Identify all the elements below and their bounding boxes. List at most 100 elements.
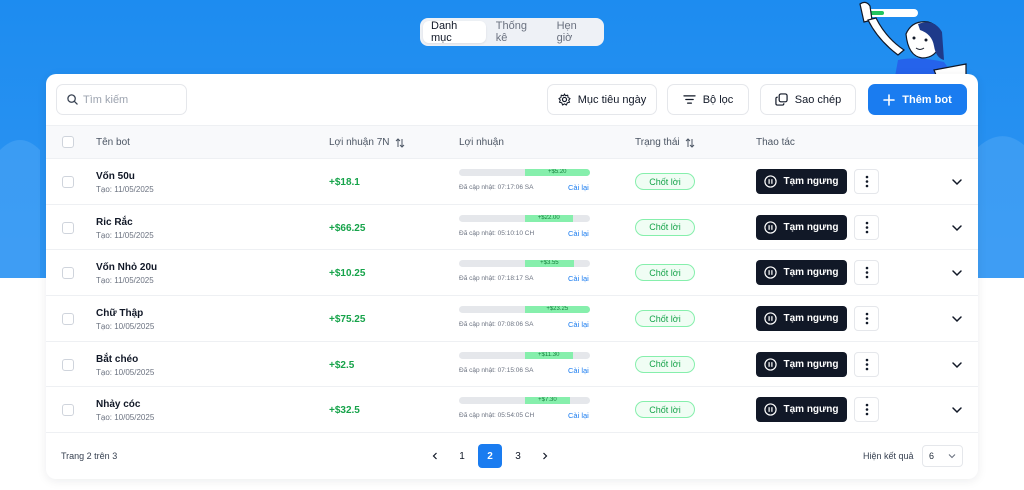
daily-target-label: Mục tiêu ngày xyxy=(577,93,647,106)
bot-name[interactable]: Vốn Nhỏ 20u xyxy=(96,262,157,273)
expand-row-button[interactable] xyxy=(951,175,963,193)
last-updated: Đã cập nhật: 07:15:06 SA xyxy=(459,366,534,374)
chevron-down-icon xyxy=(952,316,962,323)
chevron-down-icon xyxy=(952,224,962,231)
last-updated: Đã cập nhật: 07:18:17 SA xyxy=(459,275,534,283)
profit-progress-fill: +$22.00 xyxy=(524,214,573,222)
expand-row-button[interactable] xyxy=(951,312,963,330)
chevron-left-icon xyxy=(432,452,437,460)
copy-button[interactable]: Sao chép xyxy=(760,84,856,115)
profit-progress-bar: +$23.25 xyxy=(459,306,590,314)
bot-name[interactable]: Chữ Thập xyxy=(96,308,143,319)
row-checkbox[interactable] xyxy=(62,267,74,280)
page-1-button[interactable]: 1 xyxy=(450,444,474,468)
more-options-button[interactable] xyxy=(854,397,879,423)
filter-button[interactable]: Bộ lọc xyxy=(667,84,749,115)
table-row: Chữ Thập Tạo: 10/05/2025 +$75.25 +$23.25… xyxy=(46,296,978,342)
mascot-illustration xyxy=(859,1,967,82)
prev-page-button[interactable] xyxy=(423,444,447,468)
pause-icon xyxy=(764,221,778,234)
row-checkbox[interactable] xyxy=(62,313,74,326)
tab-portfolio[interactable]: Danh mục xyxy=(423,20,486,44)
chevron-down-icon xyxy=(952,407,962,414)
pause-label: Tạm ngưng xyxy=(783,404,839,416)
filter-label: Bộ lọc xyxy=(702,93,734,106)
profit-progress-fill: +$5.20 xyxy=(524,169,590,176)
search-box[interactable] xyxy=(56,84,187,115)
profit-progress-bar: +$22.00 xyxy=(459,214,590,222)
pause-button[interactable]: Tạm ngưng xyxy=(756,214,847,240)
column-name: Tên bot xyxy=(96,137,130,148)
expand-row-button[interactable] xyxy=(951,403,963,421)
table-row: Vốn 50u Tạo: 11/05/2025 +$18.1 +$5.20 Đã… xyxy=(46,159,978,205)
profit-progress-bar: +$3.55 xyxy=(459,260,590,268)
row-checkbox[interactable] xyxy=(62,358,74,371)
status-badge: Chốt lời xyxy=(635,218,695,236)
chevron-down-icon xyxy=(952,179,962,186)
last-updated: Đã cập nhật: 05:10:10 CH xyxy=(459,229,535,237)
reset-link[interactable]: Cài lại xyxy=(568,183,589,192)
pause-icon xyxy=(764,403,778,417)
more-options-button[interactable] xyxy=(854,306,879,332)
pause-button[interactable]: Tạm ngưng xyxy=(756,351,847,377)
page-2-button[interactable]: 2 xyxy=(478,444,502,468)
bot-name[interactable]: Vốn 50u xyxy=(96,171,135,182)
kebab-menu-icon xyxy=(865,175,868,188)
reset-link[interactable]: Cài lại xyxy=(568,411,589,420)
pause-icon xyxy=(764,358,778,371)
profit-progress-bar: +$11.30 xyxy=(459,351,590,359)
more-options-button[interactable] xyxy=(854,214,879,240)
bot-name[interactable]: Nhảy cóc xyxy=(96,399,140,410)
add-bot-button[interactable]: Thêm bot xyxy=(868,84,967,115)
search-input[interactable] xyxy=(83,93,178,106)
add-bot-label: Thêm bot xyxy=(902,93,952,106)
tab-statistics[interactable]: Thống kê xyxy=(488,20,547,44)
select-all-checkbox[interactable] xyxy=(62,136,74,148)
gear-icon xyxy=(558,93,571,106)
kebab-menu-icon xyxy=(865,267,868,279)
pause-label: Tạm ngưng xyxy=(783,221,839,233)
bot-name[interactable]: Bắt chéo xyxy=(96,354,138,365)
reset-link[interactable]: Cài lại xyxy=(568,366,589,375)
profit-progress-bar: +$7.30 xyxy=(459,397,590,405)
expand-row-button[interactable] xyxy=(951,221,963,239)
table-header: Tên bot Lợi nhuận 7N Lợi nhuận Trạng thá… xyxy=(46,125,978,159)
status-badge: Chốt lời xyxy=(635,264,695,282)
per-page-value: 6 xyxy=(929,451,935,461)
expand-row-button[interactable] xyxy=(951,358,963,376)
kebab-menu-icon xyxy=(865,221,868,233)
daily-target-button[interactable]: Mục tiêu ngày xyxy=(547,84,657,115)
column-profit7[interactable]: Lợi nhuận 7N xyxy=(329,137,405,148)
reset-link[interactable]: Cài lại xyxy=(568,320,589,329)
more-options-button[interactable] xyxy=(854,169,879,194)
page-3-button[interactable]: 3 xyxy=(506,444,530,468)
row-checkbox[interactable] xyxy=(62,176,74,188)
profit-7-days: +$32.5 xyxy=(329,405,360,417)
pause-button[interactable]: Tạm ngưng xyxy=(756,397,847,423)
reset-link[interactable]: Cài lại xyxy=(568,274,589,283)
more-options-button[interactable] xyxy=(854,351,879,377)
sort-icon xyxy=(395,137,404,148)
expand-row-button[interactable] xyxy=(951,266,963,284)
last-updated: Đã cập nhật: 07:08:06 SA xyxy=(459,321,534,329)
pause-button[interactable]: Tạm ngưng xyxy=(756,306,847,332)
row-checkbox[interactable] xyxy=(62,404,74,417)
pause-button[interactable]: Tạm ngưng xyxy=(756,169,847,194)
more-options-button[interactable] xyxy=(854,260,879,286)
column-status[interactable]: Trạng thái xyxy=(635,137,695,148)
page-info: Trang 2 trên 3 xyxy=(61,451,118,461)
pause-button[interactable]: Tạm ngưng xyxy=(756,260,847,286)
main-nav-tabs: Danh mục Thống kê Hẹn giờ xyxy=(420,18,604,46)
tab-schedule[interactable]: Hẹn giờ xyxy=(549,20,601,44)
table-row: Vốn Nhỏ 20u Tạo: 11/05/2025 +$10.25 +$3.… xyxy=(46,250,978,297)
profit-7-days: +$75.25 xyxy=(329,314,366,326)
row-checkbox[interactable] xyxy=(62,221,74,234)
bot-name[interactable]: Ric Rắc xyxy=(96,217,133,228)
chevron-down-icon xyxy=(948,454,956,459)
kebab-menu-icon xyxy=(865,404,868,416)
reset-link[interactable]: Cài lại xyxy=(568,229,589,238)
per-page-select[interactable]: 6 xyxy=(922,445,963,467)
plus-icon xyxy=(883,93,896,106)
next-page-button[interactable] xyxy=(533,444,557,468)
toolbar: Mục tiêu ngày Bộ lọc Sao chép Thêm bot xyxy=(46,74,978,125)
